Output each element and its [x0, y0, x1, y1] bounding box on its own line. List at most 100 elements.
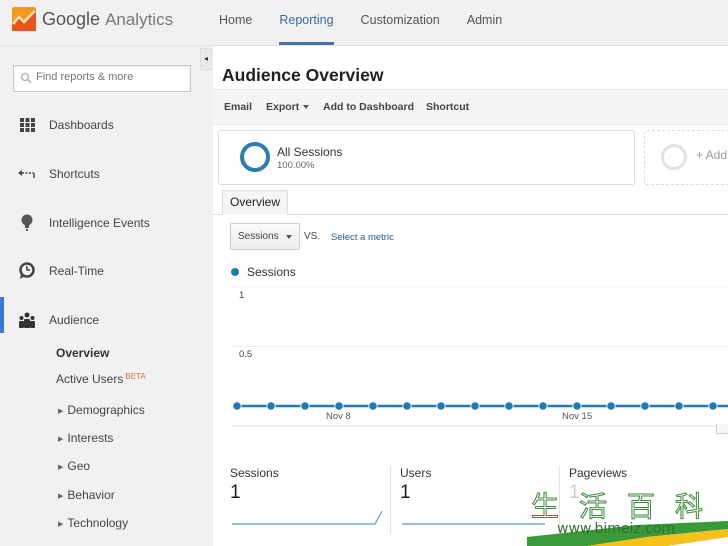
collapse-sidebar-button[interactable]: ◂ — [200, 48, 212, 70]
report-toolbar: Email Export Add to Dashboard Shortcut — [213, 89, 728, 125]
shortcut-arrow-icon — [18, 165, 36, 183]
data-point[interactable] — [334, 401, 344, 411]
select-metric-link[interactable]: Select a metric — [331, 232, 394, 243]
scorecard-label: Sessions — [230, 466, 279, 480]
chart-svg — [231, 286, 728, 427]
top-bar: Google Analytics Home Reporting Customiz… — [0, 0, 728, 46]
lightbulb-icon — [18, 214, 36, 232]
chart-range-handle[interactable] — [716, 424, 728, 434]
add-segment-label: + Add — [696, 148, 728, 162]
nav-reporting[interactable]: Reporting — [279, 0, 334, 46]
segment-placeholder-ring-icon — [661, 144, 687, 170]
data-point[interactable] — [572, 401, 582, 411]
expand-triangle-icon: ▶ — [58, 521, 64, 528]
scorecard-value: 1 — [400, 482, 411, 503]
shortcut-button[interactable]: Shortcut — [426, 101, 469, 113]
add-segment-button[interactable]: + Add — [644, 130, 728, 185]
sidebar-item-label: Real-Time — [49, 264, 104, 278]
x-tick-label: Nov 8 — [326, 411, 351, 422]
group-label: Geo — [67, 459, 91, 473]
data-point[interactable] — [402, 401, 412, 411]
data-point[interactable] — [232, 401, 242, 411]
data-point[interactable] — [640, 401, 650, 411]
watermark-url: www.bimeiz.com — [557, 521, 676, 537]
search-icon — [20, 72, 32, 84]
sidebar-sub-technology[interactable]: ▶ Technology — [58, 516, 128, 530]
beta-badge: BETA — [125, 372, 146, 381]
data-point[interactable] — [606, 401, 616, 411]
watermark: 生活百科 www.bimeiz.com — [527, 485, 728, 546]
brand-google: Google — [42, 9, 101, 29]
search-box[interactable] — [13, 65, 191, 92]
expand-triangle-icon: ▶ — [58, 408, 64, 415]
sidebar-sub-demographics[interactable]: ▶ Demographics — [58, 403, 145, 417]
scorecard-divider — [390, 466, 391, 534]
sidebar-sub-interests[interactable]: ▶ Interests — [58, 431, 113, 445]
data-point[interactable] — [368, 401, 378, 411]
data-point[interactable] — [674, 401, 684, 411]
sidebar-item-label: Audience — [49, 313, 100, 327]
data-point[interactable] — [538, 401, 548, 411]
watermark-text: 生活百科 — [531, 490, 724, 524]
data-point[interactable] — [708, 401, 718, 411]
brand-name: Google Analytics — [42, 9, 173, 30]
analytics-logo-icon — [12, 7, 36, 31]
sidebar-sub-geo[interactable]: ▶ Geo — [58, 459, 90, 473]
x-tick-label: Nov 15 — [562, 411, 593, 422]
sidebar-item-shortcuts[interactable]: Shortcuts — [0, 159, 212, 189]
scorecard-value: 1 — [230, 482, 241, 503]
expand-triangle-icon: ▶ — [58, 436, 64, 443]
scorecard-sessions[interactable]: Sessions 1 — [230, 466, 395, 536]
data-point[interactable] — [470, 401, 480, 411]
sidebar-item-audience[interactable]: Audience — [0, 297, 212, 335]
nav-admin[interactable]: Admin — [467, 0, 502, 46]
nav-customization[interactable]: Customization — [361, 0, 440, 46]
add-to-dashboard-button[interactable]: Add to Dashboard — [323, 101, 414, 113]
segment-percent: 100.00% — [277, 160, 315, 171]
group-label: Demographics — [67, 403, 145, 417]
data-point[interactable] — [504, 401, 514, 411]
clock-icon — [18, 262, 36, 280]
sessions-sparkline — [232, 510, 383, 525]
grid-icon — [18, 116, 36, 134]
sidebar-sub-overview[interactable]: Overview — [56, 346, 109, 360]
expand-triangle-icon: ▶ — [58, 493, 64, 500]
group-label: Interests — [67, 431, 114, 445]
scorecard-label: Pageviews — [569, 466, 628, 480]
y-tick-label: 1 — [239, 290, 245, 301]
data-point[interactable] — [266, 401, 276, 411]
sidebar-sub-active-users[interactable]: Active Users BETA — [56, 372, 146, 386]
people-icon — [18, 311, 36, 329]
legend-label: Sessions — [247, 265, 296, 279]
sidebar-item-label: Intelligence Events — [49, 216, 150, 230]
sidebar-item-label: Dashboards — [49, 118, 114, 132]
expand-triangle-icon: ▶ — [58, 464, 64, 471]
tab-overview[interactable]: Overview — [222, 190, 288, 215]
segment-title: All Sessions — [277, 145, 343, 159]
chevron-down-icon — [303, 105, 310, 110]
tab-divider — [213, 214, 728, 215]
scorecard-label: Users — [400, 466, 432, 480]
metric-select[interactable]: Sessions — [230, 223, 300, 250]
data-point[interactable] — [300, 401, 310, 411]
page-title: Audience Overview — [222, 65, 384, 85]
sidebar-sub-behavior[interactable]: ▶ Behavior — [58, 488, 115, 502]
data-point[interactable] — [436, 401, 446, 411]
email-button[interactable]: Email — [224, 101, 252, 113]
sessions-chart: 1 0.5 Nov 8 Nov 15 — [213, 282, 728, 442]
search-input[interactable] — [36, 71, 186, 83]
sidebar-item-intelligence-events[interactable]: Intelligence Events — [0, 208, 212, 238]
active-users-label: Active Users — [56, 372, 124, 386]
sidebar-item-dashboards[interactable]: Dashboards — [0, 110, 212, 140]
chevron-down-icon — [286, 235, 292, 239]
main-content: Audience Overview Email Export Add to Da… — [213, 46, 728, 546]
vs-label: VS. — [304, 231, 321, 242]
sidebar-item-real-time[interactable]: Real-Time — [0, 256, 212, 286]
metric-select-value: Sessions — [238, 231, 279, 242]
export-label: Export — [266, 101, 300, 113]
export-button[interactable]: Export — [266, 101, 310, 113]
brand-product: Analytics — [105, 10, 174, 29]
main-nav: Home Reporting Customization Admin — [219, 0, 529, 46]
nav-home[interactable]: Home — [219, 0, 252, 46]
segment-all-sessions[interactable]: All Sessions 100.00% — [218, 130, 635, 185]
